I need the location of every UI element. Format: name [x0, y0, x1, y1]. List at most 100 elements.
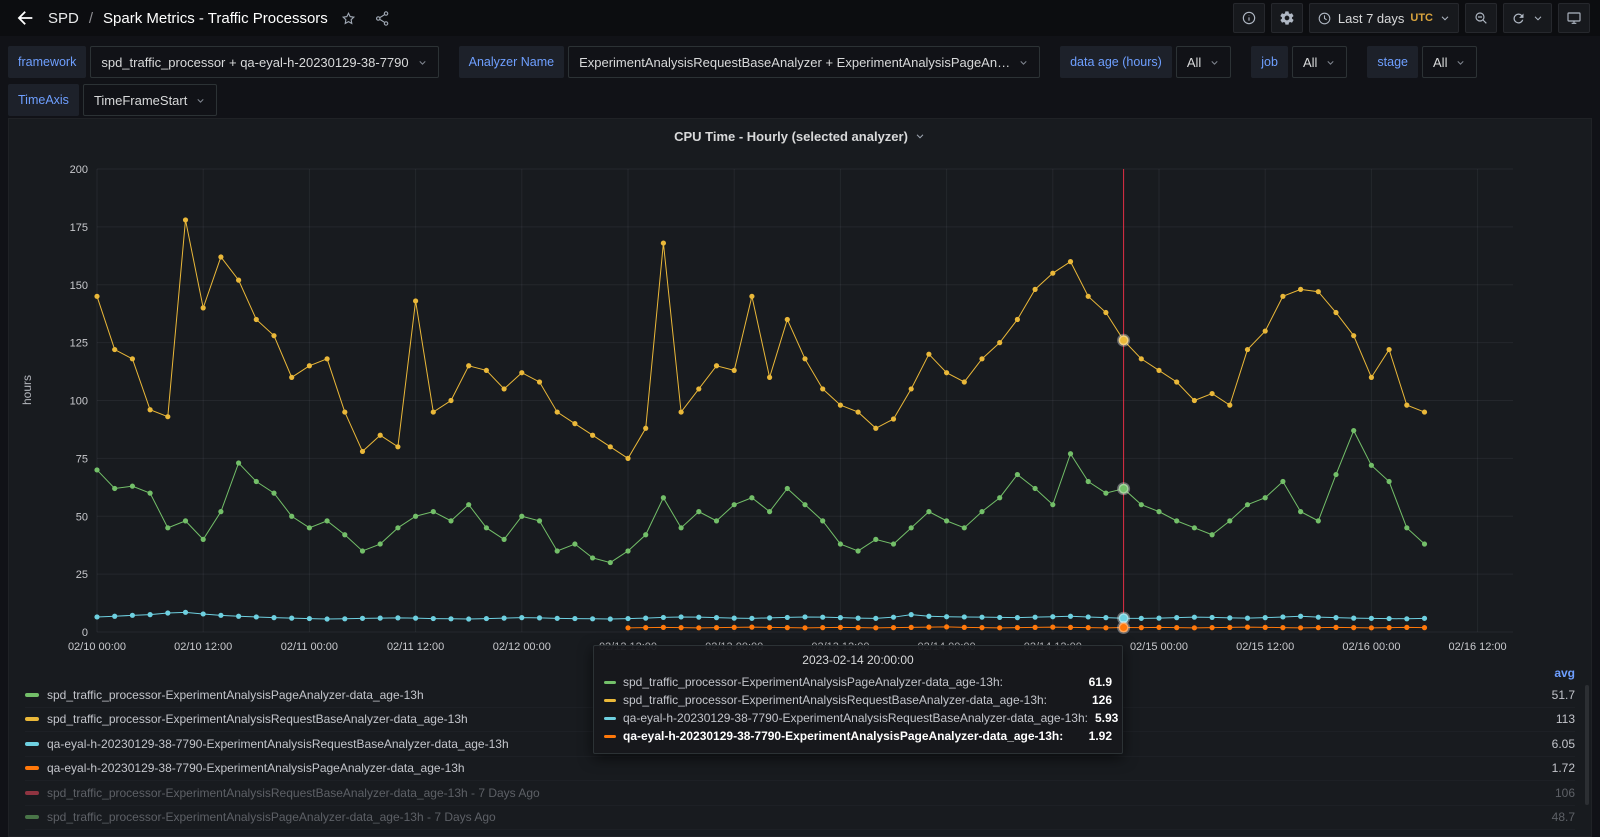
- series-color-chip: [25, 742, 39, 746]
- gear-icon: [1279, 10, 1295, 26]
- panel-menu-chevron-icon[interactable]: [914, 130, 926, 142]
- filter-data-age-value-text: All: [1187, 55, 1201, 70]
- chevron-down-icon: [1325, 57, 1336, 68]
- share-icon: [374, 10, 391, 27]
- filter-stage: stage All: [1367, 46, 1477, 78]
- filter-row-1: framework spd_traffic_processor + qa-eya…: [8, 46, 1592, 78]
- filter-stage-value[interactable]: All: [1422, 46, 1477, 78]
- filter-timeaxis: TimeAxis TimeFrameStart: [8, 84, 217, 116]
- tooltip-series-label: spd_traffic_processor-ExperimentAnalysis…: [623, 693, 1047, 707]
- filter-job-value[interactable]: All: [1292, 46, 1347, 78]
- cpu-time-panel: CPU Time - Hourly (selected analyzer) ho…: [8, 118, 1592, 837]
- legend-item[interactable]: spd_traffic_processor-ExperimentAnalysis…: [25, 806, 1575, 831]
- legend-item-label: spd_traffic_processor-ExperimentAnalysis…: [47, 810, 496, 824]
- legend-item-label: spd_traffic_processor-ExperimentAnalysis…: [47, 688, 424, 702]
- filter-analyzer-name-value[interactable]: ExperimentAnalysisRequestBaseAnalyzer + …: [568, 46, 1040, 78]
- tooltip-series-value: 126: [1092, 693, 1112, 707]
- tooltip-series-label: spd_traffic_processor-ExperimentAnalysis…: [623, 675, 1003, 689]
- svg-text:02/10 12:00: 02/10 12:00: [174, 641, 232, 653]
- arrow-left-icon: [14, 7, 36, 29]
- legend-item-avg: 51.7: [1552, 688, 1575, 702]
- share-button[interactable]: [370, 5, 396, 31]
- star-button[interactable]: [336, 5, 362, 31]
- chart-tooltip: 2023-02-14 20:00:00 spd_traffic_processo…: [593, 645, 1123, 754]
- svg-text:25: 25: [76, 569, 88, 581]
- refresh-button[interactable]: [1503, 3, 1552, 33]
- tooltip-row: qa-eyal-h-20230129-38-7790-ExperimentAna…: [604, 709, 1112, 727]
- filter-stage-label: stage: [1367, 46, 1418, 78]
- tooltip-row: spd_traffic_processor-ExperimentAnalysis…: [604, 691, 1112, 709]
- series-color-chip: [25, 693, 39, 697]
- legend-item-label: spd_traffic_processor-ExperimentAnalysis…: [47, 712, 468, 726]
- monitor-icon: [1566, 10, 1582, 26]
- series-color-chip: [25, 791, 39, 795]
- chevron-down-icon: [1209, 57, 1220, 68]
- filter-timeaxis-value[interactable]: TimeFrameStart: [83, 84, 217, 116]
- svg-text:100: 100: [70, 396, 88, 408]
- tooltip-series-label: qa-eyal-h-20230129-38-7790-ExperimentAna…: [623, 711, 1088, 725]
- svg-text:02/10 00:00: 02/10 00:00: [68, 641, 126, 653]
- svg-text:02/15 00:00: 02/15 00:00: [1130, 641, 1188, 653]
- time-range-label: Last 7 days: [1338, 11, 1405, 26]
- filter-framework-label: framework: [8, 46, 86, 78]
- legend-item-avg: 1.72: [1552, 761, 1575, 775]
- filter-analyzer-name: Analyzer Name ExperimentAnalysisRequestB…: [459, 46, 1040, 78]
- breadcrumb-title[interactable]: Spark Metrics - Traffic Processors: [103, 10, 328, 27]
- filter-data-age: data age (hours) All: [1060, 46, 1231, 78]
- top-navbar: SPD / Spark Metrics - Traffic Processors…: [0, 0, 1600, 36]
- filter-job-value-text: All: [1303, 55, 1317, 70]
- panel-header[interactable]: CPU Time - Hourly (selected analyzer): [9, 119, 1591, 153]
- svg-text:02/16 12:00: 02/16 12:00: [1449, 641, 1507, 653]
- filter-timeaxis-label: TimeAxis: [8, 84, 79, 116]
- svg-text:50: 50: [76, 511, 88, 523]
- legend-item[interactable]: qa-eyal-h-20230129-38-7790-ExperimentAna…: [25, 757, 1575, 782]
- legend-item-avg: 113: [1556, 712, 1575, 726]
- zoom-out-button[interactable]: [1465, 3, 1497, 33]
- svg-text:02/11 00:00: 02/11 00:00: [281, 641, 338, 653]
- series-color-chip: [604, 717, 616, 720]
- filter-framework: framework spd_traffic_processor + qa-eya…: [8, 46, 439, 78]
- kiosk-mode-button[interactable]: [1558, 3, 1590, 33]
- filter-timeaxis-value-text: TimeFrameStart: [94, 93, 187, 108]
- panel-title: CPU Time - Hourly (selected analyzer): [674, 129, 908, 144]
- filter-job: job All: [1251, 46, 1347, 78]
- tooltip-row-highlighted: qa-eyal-h-20230129-38-7790-ExperimentAna…: [604, 727, 1112, 745]
- legend-avg-column-header[interactable]: avg: [1554, 666, 1575, 680]
- tooltip-series-value: 5.93: [1095, 711, 1118, 725]
- chevron-down-icon: [1455, 57, 1466, 68]
- legend-item-label: qa-eyal-h-20230129-38-7790-ExperimentAna…: [47, 761, 465, 775]
- legend-scrollbar[interactable]: [1585, 685, 1589, 805]
- legend-item[interactable]: spd_traffic_processor-ExperimentAnalysis…: [25, 781, 1575, 806]
- y-axis-label: hours: [20, 370, 34, 410]
- svg-text:02/16 00:00: 02/16 00:00: [1342, 641, 1400, 653]
- variable-filters-bar: framework spd_traffic_processor + qa-eya…: [0, 36, 1600, 118]
- series-color-chip: [604, 735, 616, 738]
- cpu-time-chart-svg[interactable]: 025507510012515017520002/10 00:0002/10 1…: [9, 153, 1591, 661]
- refresh-icon: [1511, 11, 1526, 26]
- tooltip-series-value: 61.9: [1089, 675, 1112, 689]
- filter-analyzer-name-value-text: ExperimentAnalysisRequestBaseAnalyzer + …: [579, 55, 1010, 70]
- series-color-chip: [604, 699, 616, 702]
- time-range-picker[interactable]: Last 7 days UTC: [1309, 3, 1459, 33]
- panel-info-button[interactable]: [1233, 3, 1265, 33]
- filter-data-age-label: data age (hours): [1060, 46, 1172, 78]
- back-button[interactable]: [10, 3, 40, 33]
- info-circle-icon: [1241, 10, 1257, 26]
- filter-framework-value[interactable]: spd_traffic_processor + qa-eyal-h-202301…: [90, 46, 438, 78]
- series-color-chip: [25, 717, 39, 721]
- filter-data-age-value[interactable]: All: [1176, 46, 1231, 78]
- filter-row-2: TimeAxis TimeFrameStart: [8, 84, 1592, 116]
- breadcrumb-root[interactable]: SPD: [48, 10, 79, 27]
- timezone-badge: UTC: [1410, 12, 1433, 24]
- svg-text:0: 0: [82, 627, 88, 639]
- filter-analyzer-name-label: Analyzer Name: [459, 46, 564, 78]
- dashboard-settings-button[interactable]: [1271, 3, 1303, 33]
- zoom-out-icon: [1473, 10, 1489, 26]
- tooltip-timestamp: 2023-02-14 20:00:00: [604, 653, 1112, 667]
- legend-item-label: qa-eyal-h-20230129-38-7790-ExperimentAna…: [47, 737, 509, 751]
- tooltip-series-label: qa-eyal-h-20230129-38-7790-ExperimentAna…: [623, 729, 1063, 743]
- tooltip-series-value: 1.92: [1089, 729, 1112, 743]
- chart-area[interactable]: hours 025507510012515017520002/10 00:000…: [9, 153, 1591, 661]
- refresh-interval-chevron-icon[interactable]: [1532, 12, 1544, 24]
- legend-item-label: spd_traffic_processor-ExperimentAnalysis…: [47, 786, 540, 800]
